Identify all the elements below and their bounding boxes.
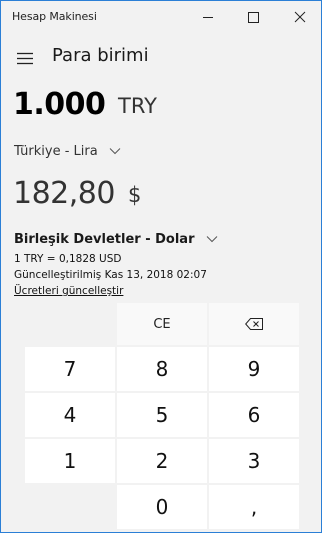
from-currency-label: Türkiye - Lira xyxy=(14,144,98,159)
digit-7-button[interactable]: 7 xyxy=(25,347,115,391)
mode-title: Para birimi xyxy=(52,45,149,66)
to-currency-label: Birleşik Devletler - Dolar xyxy=(14,232,195,247)
maximize-icon xyxy=(248,12,259,23)
clear-entry-label: CE xyxy=(153,316,171,332)
digit-4-label: 4 xyxy=(63,403,77,427)
digit-0-label: 0 xyxy=(155,495,169,519)
backspace-button[interactable] xyxy=(209,303,299,345)
backspace-icon xyxy=(245,318,263,330)
digit-5-button[interactable]: 5 xyxy=(117,393,207,437)
close-button[interactable] xyxy=(277,1,321,34)
digit-4-button[interactable]: 4 xyxy=(25,393,115,437)
minimize-icon xyxy=(203,17,213,18)
digit-3-button[interactable]: 3 xyxy=(209,439,299,483)
title-bar[interactable]: Hesap Makinesi xyxy=(1,1,321,34)
chevron-down-icon xyxy=(206,235,217,242)
calculator-window: Hesap Makinesi Para birimi 1.000 TRY Tür… xyxy=(0,0,322,533)
exchange-rate-text: 1 TRY = 0,1828 USD xyxy=(14,253,122,265)
digit-9-button[interactable]: 9 xyxy=(209,347,299,391)
digit-1-label: 1 xyxy=(63,449,77,473)
window-title: Hesap Makinesi xyxy=(12,10,97,23)
digit-6-button[interactable]: 6 xyxy=(209,393,299,437)
chevron-down-icon xyxy=(109,147,121,154)
decimal-separator-button[interactable]: , xyxy=(209,485,299,529)
to-unit: $ xyxy=(128,183,142,207)
minimize-button[interactable] xyxy=(185,1,231,34)
to-value-display[interactable]: 182,80 xyxy=(13,176,115,211)
maximize-button[interactable] xyxy=(231,1,277,34)
digit-2-button[interactable]: 2 xyxy=(117,439,207,483)
digit-8-button[interactable]: 8 xyxy=(117,347,207,391)
hamburger-icon xyxy=(17,52,33,65)
menu-button[interactable] xyxy=(12,45,40,71)
digit-9-label: 9 xyxy=(247,357,261,381)
clear-entry-button[interactable]: CE xyxy=(117,303,207,345)
from-currency-selector[interactable]: Türkiye - Lira xyxy=(14,140,121,160)
to-currency-selector[interactable]: Birleşik Devletler - Dolar xyxy=(14,228,218,248)
digit-7-label: 7 xyxy=(63,357,77,381)
digit-6-label: 6 xyxy=(247,403,261,427)
digit-0-button[interactable]: 0 xyxy=(117,485,207,529)
digit-8-label: 8 xyxy=(155,357,169,381)
from-unit: TRY xyxy=(118,94,157,118)
digit-1-button[interactable]: 1 xyxy=(25,439,115,483)
close-icon xyxy=(294,11,306,23)
decimal-separator-label: , xyxy=(250,495,258,519)
digit-5-label: 5 xyxy=(155,403,169,427)
from-value-display[interactable]: 1.000 xyxy=(13,87,106,122)
digit-3-label: 3 xyxy=(247,449,261,473)
last-updated-text: Güncelleştirilmiş Kas 13, 2018 02:07 xyxy=(14,269,207,281)
digit-2-label: 2 xyxy=(155,449,169,473)
update-rates-link[interactable]: Ücretleri güncelleştir xyxy=(14,285,123,297)
